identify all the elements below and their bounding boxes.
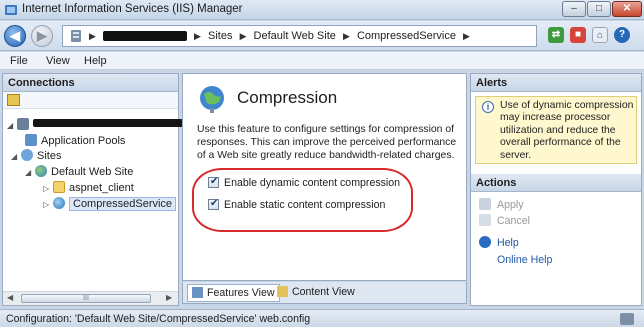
- menu-help[interactable]: Help: [84, 55, 107, 67]
- cancel-icon: [479, 214, 491, 226]
- folder-icon: [53, 181, 65, 193]
- compression-globe-icon: [200, 86, 224, 113]
- tab-label: Content View: [292, 286, 355, 298]
- status-bar: Configuration: 'Default Web Site/Compres…: [0, 309, 644, 327]
- collapse-icon[interactable]: ◢: [11, 152, 21, 161]
- tab-content-view[interactable]: Content View: [273, 284, 359, 302]
- view-tabs: Features View Content View: [182, 282, 467, 304]
- breadcrumb-compressed-service[interactable]: CompressedService: [357, 30, 456, 42]
- scroll-left-icon[interactable]: ◀: [7, 293, 13, 302]
- expand-icon[interactable]: ▷: [43, 184, 53, 193]
- menu-bar: File View Help: [0, 52, 644, 70]
- connections-panel: Connections ◢ Application Pools ◢ Sites ◢…: [2, 73, 183, 306]
- stop-icon[interactable]: ■: [570, 27, 586, 43]
- menu-file[interactable]: File: [10, 55, 28, 67]
- tree-label: Application Pools: [41, 135, 126, 147]
- window-title: Internet Information Services (IIS) Mana…: [22, 3, 243, 15]
- server-icon: [17, 118, 29, 130]
- page-title: Compression: [237, 88, 338, 107]
- info-icon: i: [482, 101, 494, 113]
- help-icon: [479, 236, 491, 248]
- address-bar: ◀ ▶ ▶ ▶ Sites ▶ Default Web Site ▶ Compr…: [0, 21, 644, 51]
- features-view-icon: [192, 287, 203, 298]
- collapse-icon[interactable]: ◢: [25, 168, 35, 177]
- alert-message-box: i Use of dynamic compression may increas…: [475, 96, 637, 164]
- web-application-icon: [53, 197, 65, 209]
- collapse-icon[interactable]: ◢: [7, 121, 17, 130]
- tree-node-application-pools[interactable]: Application Pools: [25, 134, 125, 149]
- feature-panel: Compression Use this feature to configur…: [182, 73, 467, 281]
- expand-icon[interactable]: ▷: [43, 200, 53, 209]
- breadcrumb-separator: ▶: [342, 31, 350, 41]
- home-icon[interactable]: ⌂: [592, 27, 608, 43]
- maximize-button[interactable]: □: [587, 1, 611, 17]
- breadcrumb-sites[interactable]: Sites: [208, 30, 232, 42]
- status-text: Configuration: 'Default Web Site/Compres…: [6, 313, 311, 325]
- connections-header: Connections: [3, 74, 178, 92]
- toolbar-icons: ⇄ ■ ⌂ ?: [548, 27, 640, 45]
- breadcrumb-separator: ▶: [463, 31, 470, 41]
- help-label: Help: [497, 237, 519, 249]
- tree-label-selected: CompressedService: [69, 197, 177, 211]
- connect-icon[interactable]: ⇄: [548, 27, 564, 43]
- globe-icon: [35, 165, 47, 177]
- breadcrumb-separator: ▶: [239, 31, 247, 41]
- actions-header: Actions: [471, 174, 641, 192]
- tree-node-sites[interactable]: ◢ Sites: [11, 149, 61, 164]
- network-status-icon: [620, 313, 634, 325]
- forward-button[interactable]: ▶: [31, 25, 53, 47]
- title-bar: Internet Information Services (IIS) Mana…: [0, 0, 644, 20]
- iis-app-icon: [5, 5, 17, 15]
- apply-label: Apply: [497, 199, 524, 211]
- back-button[interactable]: ◀: [4, 25, 26, 47]
- scrollbar-thumb[interactable]: III: [21, 294, 151, 303]
- breadcrumb-default-web-site[interactable]: Default Web Site: [254, 30, 336, 42]
- actions-panel: Alerts i Use of dynamic compression may …: [470, 73, 642, 306]
- feature-description: Use this feature to configure settings f…: [197, 124, 457, 161]
- horizontal-scrollbar[interactable]: ◀ III ▶: [3, 291, 178, 305]
- back-arrow-icon: ◀: [10, 28, 20, 43]
- tree-label: Default Web Site: [51, 166, 134, 178]
- help-icon[interactable]: ?: [614, 27, 630, 43]
- tree-node-server[interactable]: ◢: [7, 118, 183, 133]
- breadcrumb: ▶ ▶ Sites ▶ Default Web Site ▶ Compresse…: [89, 30, 474, 42]
- scrollbar-grip: III: [83, 295, 89, 302]
- alerts-header: Alerts: [471, 74, 641, 92]
- tree-node-default-web-site[interactable]: ◢ Default Web Site: [25, 165, 133, 180]
- cancel-label: Cancel: [497, 215, 530, 227]
- forward-arrow-icon: ▶: [37, 28, 47, 43]
- create-connection-icon[interactable]: [7, 94, 20, 106]
- close-button[interactable]: ✕: [612, 1, 642, 17]
- online-help-link[interactable]: Online Help: [497, 254, 552, 266]
- breadcrumb-box[interactable]: ▶ ▶ Sites ▶ Default Web Site ▶ Compresse…: [62, 25, 537, 47]
- scroll-right-icon[interactable]: ▶: [166, 293, 172, 302]
- application-pools-icon: [25, 134, 37, 146]
- breadcrumb-separator: ▶: [89, 31, 96, 41]
- apply-icon: [479, 198, 491, 210]
- content-view-icon: [277, 286, 288, 297]
- tab-label: Features View: [207, 287, 275, 299]
- alert-message: Use of dynamic compression may increase …: [500, 100, 634, 161]
- server-icon: [71, 30, 81, 42]
- tab-features-view[interactable]: Features View: [187, 284, 280, 302]
- annotation-highlight-ring: [192, 168, 413, 232]
- tree-node-compressed-service[interactable]: ▷ CompressedService: [43, 197, 177, 212]
- minimize-button[interactable]: –: [562, 1, 586, 17]
- tree-label: Sites: [37, 150, 62, 162]
- tree-label: aspnet_client: [69, 182, 134, 194]
- tree-node-aspnet-client[interactable]: ▷ aspnet_client: [43, 181, 134, 196]
- sites-icon: [21, 149, 33, 161]
- menu-view[interactable]: View: [46, 55, 70, 67]
- connections-toolbar: [3, 92, 178, 109]
- breadcrumb-host-redacted[interactable]: [102, 31, 187, 42]
- help-action[interactable]: Help: [479, 236, 519, 249]
- breadcrumb-separator: ▶: [194, 31, 201, 41]
- server-name-redacted: [33, 119, 183, 127]
- cancel-action[interactable]: Cancel: [479, 214, 530, 227]
- apply-action[interactable]: Apply: [479, 198, 524, 211]
